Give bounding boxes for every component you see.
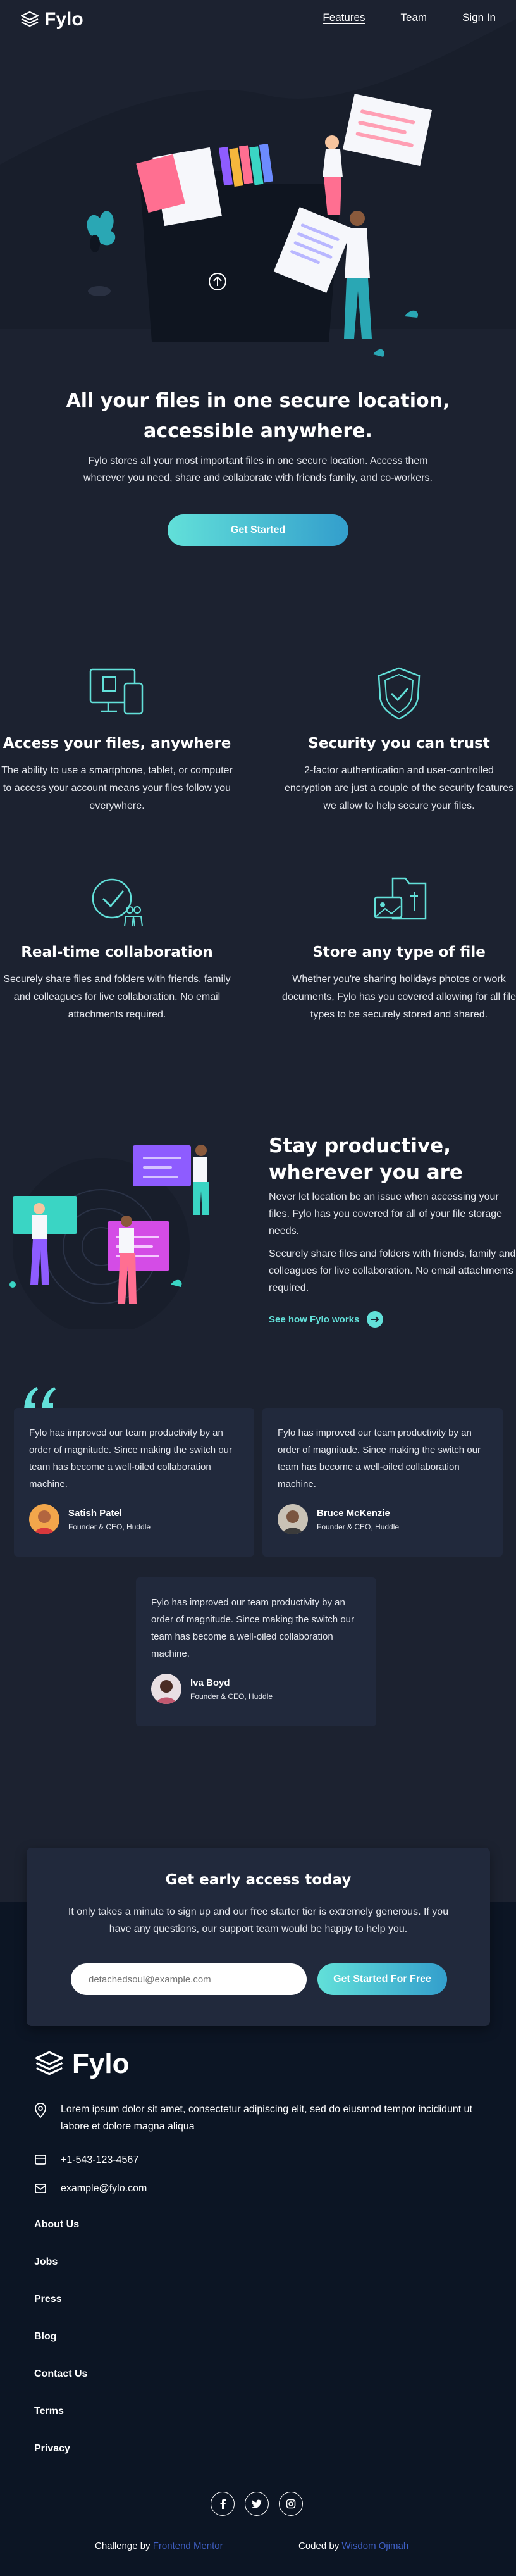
testimonial-card: Fylo has improved our team productivity … bbox=[262, 1408, 503, 1557]
testimonial-person: Bruce McKenzie Founder & CEO, Huddle bbox=[278, 1504, 488, 1534]
footer-address-text: Lorem ipsum dolor sit amet, consectetur … bbox=[61, 2104, 472, 2132]
testimonial-name: Satish Patel bbox=[68, 1507, 123, 1519]
footer-email-text: example@fylo.com bbox=[61, 2183, 147, 2194]
testimonial-name: Bruce McKenzie bbox=[317, 1507, 390, 1519]
testimonial-role: Founder & CEO, Huddle bbox=[68, 1522, 151, 1531]
feature-title: Store any type of file bbox=[312, 944, 486, 961]
folder-icon bbox=[374, 877, 427, 920]
page: Fylo Features Team Sign In All your file… bbox=[0, 0, 516, 2576]
get-started-free-button[interactable]: Get Started For Free bbox=[317, 1963, 447, 1995]
frontend-mentor-link[interactable]: Frontend Mentor bbox=[153, 2541, 223, 2551]
footer-link-jobs[interactable]: Jobs bbox=[34, 2256, 58, 2268]
feature-title: Access your files, anywhere bbox=[3, 735, 231, 752]
author-link[interactable]: Wisdom Ojimah bbox=[341, 2541, 408, 2551]
early-access-title: Get early access today bbox=[165, 1872, 352, 1888]
footer-link-privacy[interactable]: Privacy bbox=[34, 2443, 70, 2455]
credit-coded-prefix: Coded by bbox=[298, 2541, 340, 2551]
feature-storage: Store any type of file Whether you're sh… bbox=[282, 873, 516, 1024]
testimonial-text: Fylo has improved our team productivity … bbox=[151, 1597, 354, 1659]
footer-link-press[interactable]: Press bbox=[34, 2294, 62, 2305]
nav-link-features[interactable]: Features bbox=[322, 11, 365, 24]
testimonial-name: Iva Boyd bbox=[190, 1677, 230, 1688]
top-nav: Fylo Features Team Sign In bbox=[0, 0, 516, 38]
feature-text: The ability to use a smartphone, tablet,… bbox=[1, 765, 233, 811]
productive-illustration bbox=[9, 1145, 209, 1329]
feature-title: Security you can trust bbox=[308, 735, 490, 752]
facebook-icon[interactable] bbox=[211, 2492, 235, 2516]
location-pin-icon bbox=[35, 2103, 46, 2119]
hero-description: Fylo stores all your most important file… bbox=[83, 456, 433, 483]
get-started-button[interactable]: Get Started bbox=[168, 514, 348, 546]
feature-text: Securely share files and folders with fr… bbox=[3, 974, 231, 1020]
mail-icon bbox=[35, 2184, 46, 2193]
email-input[interactable] bbox=[71, 1963, 307, 1995]
arrow-right-icon bbox=[367, 1311, 384, 1328]
productive-title: Stay productive, wherever you are bbox=[269, 1135, 463, 1184]
hero-title: All your files in one secure location, a… bbox=[66, 390, 450, 442]
footer-logo[interactable]: Fylo bbox=[34, 2048, 129, 2080]
testimonial-text: Fylo has improved our team productivity … bbox=[278, 1428, 481, 1490]
credit-challenge: Challenge by Frontend Mentor bbox=[95, 2541, 223, 2551]
testimonial-card: Fylo has improved our team productivity … bbox=[14, 1408, 254, 1557]
phone-icon bbox=[35, 2155, 46, 2165]
footer-phone: +1-543-123-4567 bbox=[34, 2151, 138, 2168]
testimonial-text: Fylo has improved our team productivity … bbox=[29, 1428, 232, 1490]
feature-title: Real-time collaboration bbox=[21, 944, 213, 961]
logo-icon bbox=[20, 11, 39, 27]
avatar bbox=[29, 1504, 59, 1534]
feature-text: 2-factor authentication and user-control… bbox=[285, 765, 513, 811]
footer-link-contact-us[interactable]: Contact Us bbox=[34, 2368, 87, 2380]
feature-access: Access your files, anywhere The ability … bbox=[0, 664, 234, 815]
feature-text: Whether you're sharing holidays photos o… bbox=[282, 974, 516, 1020]
footer-address: Lorem ipsum dolor sit amet, consectetur … bbox=[34, 2101, 489, 2135]
social-links bbox=[211, 2492, 303, 2516]
footer-link-about-us[interactable]: About Us bbox=[34, 2219, 79, 2231]
footer-link-blog[interactable]: Blog bbox=[34, 2331, 57, 2343]
footer-link-terms[interactable]: Terms bbox=[34, 2406, 64, 2417]
feature-collaboration: Real-time collaboration Securely share f… bbox=[0, 873, 234, 1024]
instagram-icon[interactable] bbox=[279, 2492, 303, 2516]
twitter-icon[interactable] bbox=[245, 2492, 269, 2516]
nav-links: Features Team Sign In bbox=[322, 11, 496, 24]
logo-text: Fylo bbox=[44, 9, 83, 30]
nav-link-sign-in[interactable]: Sign In bbox=[462, 11, 496, 24]
productive-paragraph-1: Never let location be an issue when acce… bbox=[269, 1192, 503, 1236]
testimonial-person: Satish Patel Founder & CEO, Huddle bbox=[29, 1504, 239, 1534]
hero-illustration bbox=[87, 94, 432, 357]
see-how-fylo-works-link[interactable]: See how Fylo works bbox=[269, 1311, 389, 1333]
collaboration-icon bbox=[92, 878, 143, 927]
early-access-text: It only takes a minute to sign up and ou… bbox=[68, 1907, 449, 1934]
credit-challenge-prefix: Challenge by bbox=[95, 2541, 150, 2551]
nav-link-team[interactable]: Team bbox=[400, 11, 427, 24]
avatar bbox=[151, 1674, 181, 1704]
testimonial-person: Iva Boyd Founder & CEO, Huddle bbox=[151, 1674, 361, 1704]
testimonial-role: Founder & CEO, Huddle bbox=[317, 1522, 400, 1531]
logo[interactable]: Fylo bbox=[20, 9, 83, 30]
see-how-label: See how Fylo works bbox=[269, 1314, 360, 1325]
avatar bbox=[278, 1504, 308, 1534]
productive-paragraph-2: Securely share files and folders with fr… bbox=[269, 1248, 516, 1293]
testimonial-card: Fylo has improved our team productivity … bbox=[136, 1577, 376, 1726]
testimonial-role: Founder & CEO, Huddle bbox=[190, 1691, 273, 1701]
logo-icon bbox=[35, 2051, 63, 2075]
early-access-card: Get early access today It only takes a m… bbox=[27, 1848, 490, 2026]
shield-icon bbox=[378, 667, 421, 720]
footer-logo-text: Fylo bbox=[72, 2048, 130, 2079]
feature-security: Security you can trust 2-factor authenti… bbox=[282, 664, 516, 815]
footer-email: example@fylo.com bbox=[34, 2180, 147, 2197]
devices-icon bbox=[89, 668, 144, 715]
footer-phone-text: +1-543-123-4567 bbox=[61, 2155, 139, 2165]
credit-coded-by: Coded by Wisdom Ojimah bbox=[298, 2541, 408, 2551]
